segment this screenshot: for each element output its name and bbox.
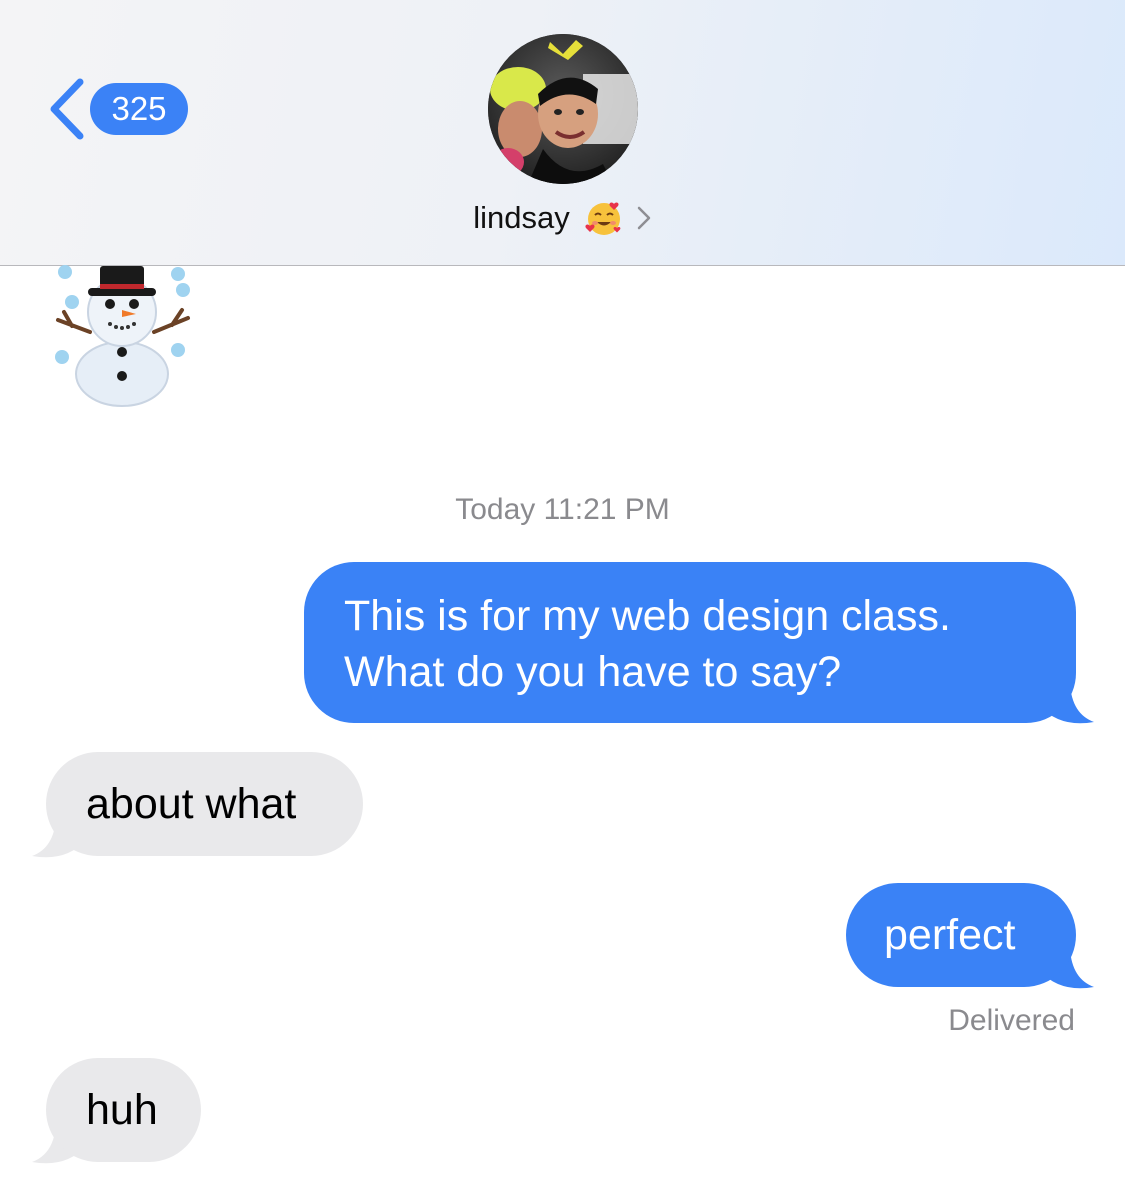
contact-avatar[interactable]: [488, 34, 638, 184]
chevron-left-icon: [50, 78, 84, 140]
delivery-status: Delivered: [948, 1004, 1075, 1037]
message-text: perfect: [884, 911, 1016, 959]
conversation-header: 325 lindsay: [0, 0, 1125, 266]
message-bubble-sent[interactable]: perfect: [846, 883, 1076, 987]
message-bubble-received[interactable]: about what: [46, 752, 363, 856]
unread-count-badge: 325: [90, 83, 188, 135]
message-bubble-sent[interactable]: This is for my web design class. What do…: [304, 562, 1076, 723]
smiling-face-with-hearts-icon: [585, 202, 621, 235]
message-bubble-received[interactable]: huh: [46, 1058, 201, 1162]
chevron-right-icon: [637, 206, 650, 230]
message-text: about what: [86, 780, 297, 828]
contact-details-button[interactable]: lindsay: [0, 190, 1125, 246]
message-timestamp: Today 11:21 PM: [455, 493, 670, 526]
message-text: huh: [86, 1086, 158, 1134]
back-button[interactable]: 325: [44, 76, 188, 142]
avatar-photo: [488, 34, 638, 184]
message-line: This is for my web design class.: [344, 592, 951, 640]
snowman-emoji-message: [55, 265, 190, 407]
contact-name: lindsay: [473, 200, 570, 235]
message-line: What do you have to say?: [344, 648, 842, 696]
